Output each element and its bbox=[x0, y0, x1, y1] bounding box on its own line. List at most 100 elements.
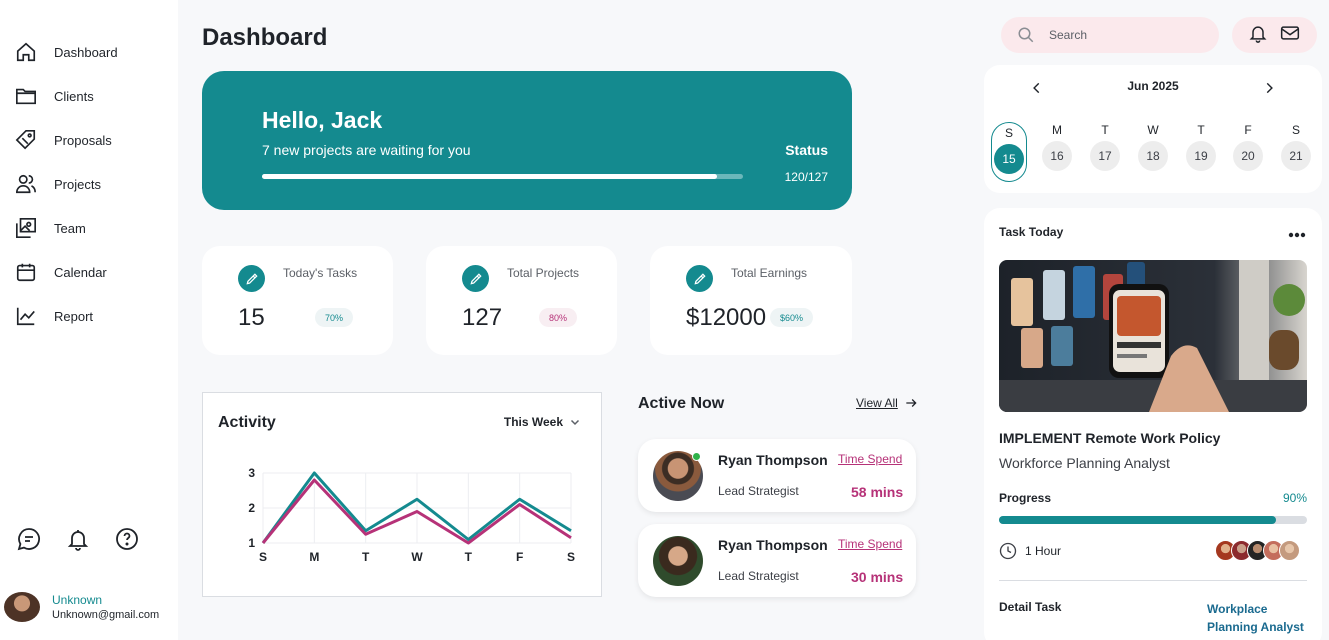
status-label: Status bbox=[785, 142, 828, 158]
calendar-day[interactable]: T 19 bbox=[1183, 123, 1219, 171]
task-subtitle: Workforce Planning Analyst bbox=[999, 455, 1170, 471]
x-tick-label: S bbox=[567, 550, 575, 564]
day-number: 18 bbox=[1138, 141, 1168, 171]
x-tick-label: W bbox=[411, 550, 423, 564]
chat-icon[interactable] bbox=[16, 526, 41, 551]
calendar-widget: Jun 2025 S 15 M 16 T 17 W 18 T 19 F 20 S… bbox=[984, 65, 1322, 193]
sidebar-item-label: Clients bbox=[54, 88, 94, 104]
day-number: 21 bbox=[1281, 141, 1311, 171]
time-spend-link[interactable]: Time Spend bbox=[838, 537, 902, 551]
x-tick-label: T bbox=[465, 550, 473, 564]
greeting-message: 7 new projects are waiting for you bbox=[262, 142, 471, 158]
y-tick-label: 2 bbox=[248, 501, 255, 515]
chevron-right-icon[interactable] bbox=[1262, 79, 1276, 102]
sidebar-item-label: Proposals bbox=[54, 132, 112, 148]
weekday-label: S bbox=[1004, 126, 1013, 140]
sidebar-item-calendar[interactable]: Calendar bbox=[14, 259, 107, 285]
person-name: Ryan Thompson bbox=[718, 537, 828, 553]
sidebar-item-team[interactable]: Team bbox=[14, 215, 86, 241]
calendar-day[interactable]: W 18 bbox=[1135, 123, 1171, 171]
stat-value: 127 bbox=[462, 304, 503, 331]
day-number: 16 bbox=[1042, 141, 1072, 171]
calendar-day[interactable]: F 20 bbox=[1230, 123, 1266, 171]
bell-icon[interactable] bbox=[65, 526, 90, 551]
search-input[interactable] bbox=[1049, 28, 1199, 42]
activity-title: Activity bbox=[218, 414, 276, 431]
progress-percent: 90% bbox=[1282, 491, 1307, 505]
calendar-icon bbox=[14, 260, 38, 284]
sidebar-bottom-actions bbox=[16, 526, 139, 551]
calendar-day[interactable]: S 21 bbox=[1278, 123, 1314, 171]
range-value: This Week bbox=[503, 415, 563, 429]
sidebar-item-label: Projects bbox=[54, 176, 101, 192]
stat-card-projects: Total Projects 127 80% bbox=[426, 246, 617, 355]
mail-icon[interactable] bbox=[1279, 23, 1301, 48]
sidebar-item-dashboard[interactable]: Dashboard bbox=[14, 39, 118, 65]
tag-icon bbox=[14, 128, 38, 152]
day-number: 20 bbox=[1233, 141, 1263, 171]
page-title: Dashboard bbox=[202, 24, 328, 51]
stat-badge: 80% bbox=[539, 308, 578, 327]
list-item: Ryan Thompson Lead Strategist Time Spend… bbox=[638, 524, 916, 597]
weekday-label: T bbox=[1101, 123, 1109, 137]
stat-title: Total Earnings bbox=[731, 266, 808, 280]
search-icon bbox=[1018, 27, 1034, 43]
stat-card-earnings: Total Earnings $12000 $60% bbox=[650, 246, 852, 355]
list-item: Ryan Thompson Lead Strategist Time Spend… bbox=[638, 439, 916, 512]
search-bar bbox=[1001, 17, 1219, 53]
avatar bbox=[4, 592, 40, 622]
time-spent: 30 mins bbox=[851, 569, 904, 585]
x-tick-label: F bbox=[516, 550, 523, 564]
chart-line-icon bbox=[14, 304, 38, 328]
status-count: 120/127 bbox=[784, 170, 828, 184]
task-name: IMPLEMENT Remote Work Policy bbox=[999, 430, 1221, 446]
notification-pill bbox=[1232, 17, 1317, 53]
calendar-day[interactable]: M 16 bbox=[1039, 123, 1075, 171]
calendar-day[interactable]: T 17 bbox=[1087, 123, 1123, 171]
stat-card-tasks: Today's Tasks 15 70% bbox=[202, 246, 393, 355]
sidebar-item-projects[interactable]: Projects bbox=[14, 171, 101, 197]
person-role: Lead Strategist bbox=[718, 569, 799, 583]
status-progress-fill bbox=[262, 174, 717, 179]
sidebar: Dashboard Clients Proposals Projects Tea… bbox=[0, 0, 178, 640]
y-tick-label: 1 bbox=[248, 536, 255, 550]
view-all-label: View All bbox=[856, 396, 898, 410]
detail-label: Detail Task bbox=[999, 600, 1062, 614]
calendar-day[interactable]: S 15 bbox=[991, 122, 1027, 182]
weekday-label: W bbox=[1147, 123, 1159, 137]
sidebar-item-label: Calendar bbox=[54, 264, 107, 280]
sidebar-item-report[interactable]: Report bbox=[14, 303, 93, 329]
activity-card: Activity This Week 1 2 3 S M T W T F S bbox=[202, 392, 602, 597]
user-profile[interactable]: Unknown Unknown@gmail.com bbox=[4, 592, 159, 622]
day-number: 19 bbox=[1186, 141, 1216, 171]
more-options-icon[interactable] bbox=[1288, 226, 1306, 244]
stat-title: Today's Tasks bbox=[283, 266, 358, 280]
day-number: 15 bbox=[994, 144, 1024, 174]
weekday-label: T bbox=[1197, 123, 1205, 137]
sidebar-item-proposals[interactable]: Proposals bbox=[14, 127, 112, 153]
time-spend-link[interactable]: Time Spend bbox=[838, 452, 902, 466]
pen-icon bbox=[462, 265, 489, 292]
weekday-label: M bbox=[1052, 123, 1062, 137]
stat-value: $12000 bbox=[686, 304, 767, 331]
x-tick-label: S bbox=[259, 550, 267, 564]
activity-chart: 1 2 3 S M T W T F S bbox=[248, 466, 575, 564]
bell-icon[interactable] bbox=[1248, 23, 1268, 48]
user-name: Unknown bbox=[52, 593, 103, 607]
greeting: Hello, Jack bbox=[262, 107, 383, 133]
avatar bbox=[653, 536, 703, 586]
divider bbox=[999, 580, 1307, 581]
weekday-label: S bbox=[1291, 123, 1300, 137]
task-image bbox=[999, 260, 1307, 412]
arrow-right-icon bbox=[906, 399, 917, 407]
range-dropdown[interactable]: This Week bbox=[504, 415, 581, 429]
welcome-banner: Hello, Jack 7 new projects are waiting f… bbox=[202, 71, 852, 210]
help-icon[interactable] bbox=[114, 526, 139, 551]
sidebar-item-label: Team bbox=[54, 220, 86, 236]
sidebar-item-clients[interactable]: Clients bbox=[14, 83, 94, 109]
clock-icon bbox=[999, 542, 1017, 560]
home-icon bbox=[14, 40, 38, 64]
view-all-link[interactable]: View All bbox=[856, 396, 918, 410]
chevron-down-icon bbox=[570, 419, 580, 426]
person-role: Lead Strategist bbox=[718, 484, 799, 498]
